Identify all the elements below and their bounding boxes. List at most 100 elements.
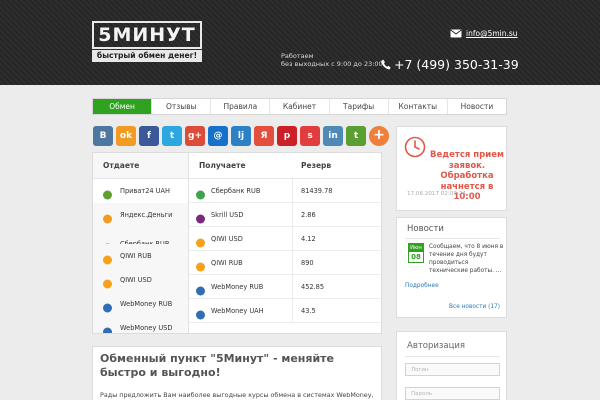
webmoney-icon: [195, 282, 206, 296]
nav-item-account[interactable]: Кабинет: [270, 99, 330, 114]
get-currency-label: QIWI RUB: [211, 259, 243, 267]
sberbank-icon: [195, 186, 206, 200]
give-currency-label: QIWI USD: [120, 276, 152, 284]
get-currency-row[interactable]: Сбербанк RUB 81439.78: [189, 179, 381, 203]
skrill-icon: [195, 210, 206, 224]
working-hours: Работаем без выходных с 9:00 до 23:00: [281, 52, 383, 68]
email-link[interactable]: info@5min.su: [466, 29, 518, 38]
login-input[interactable]: [405, 363, 500, 376]
nav-item-rates[interactable]: Тарифы: [330, 99, 389, 114]
news-month: Июн: [409, 244, 423, 252]
news-day: 08: [411, 253, 421, 261]
news-more-link[interactable]: Подробнее: [405, 283, 439, 289]
get-currency-row[interactable]: QIWI RUB 890: [189, 251, 381, 275]
give-list: Приват24 UAH Яндекс.Деньги Сбербанк RUB QIW…: [93, 179, 188, 333]
give-currency-item[interactable]: QIWI RUB: [93, 244, 188, 268]
give-currency-label: WebMoney RUB: [120, 300, 173, 308]
reserve-value: 452.85: [301, 283, 325, 291]
get-header: Получаете: [199, 161, 246, 170]
status-datetime: 17.06.2017 02:03:24: [407, 191, 466, 197]
give-currency-item[interactable]: WebMoney RUB: [93, 292, 188, 316]
yandex-icon[interactable]: Я: [254, 126, 274, 146]
get-currency-row[interactable]: QIWI USD 4.12: [189, 227, 381, 251]
nav-item-news[interactable]: Новости: [448, 99, 506, 114]
get-currency-cell: WebMoney RUB: [189, 275, 293, 298]
get-currency-cell: Skrill USD: [189, 203, 293, 226]
all-news-link[interactable]: Все новости (17): [449, 304, 500, 310]
logo-tagline: быстрый обмен денег!: [92, 50, 202, 62]
reserve-header: Резерв: [301, 161, 332, 170]
give-currency-item[interactable]: Яндекс.Деньги: [93, 203, 188, 227]
logo-text: 5МИНУТ: [92, 21, 202, 49]
exchange-table: Отдаете Приват24 UAH Яндекс.Деньги Сбербан…: [92, 152, 382, 334]
clock-icon: [404, 136, 426, 158]
plus-icon[interactable]: +: [369, 126, 389, 146]
get-currency-cell: Сбербанк RUB: [189, 179, 293, 202]
give-currency-label: WebMoney USD: [120, 324, 173, 332]
working-hours-label: Работаем: [281, 52, 314, 60]
phone-icon: [381, 59, 391, 70]
auth-panel: Авторизация: [396, 331, 507, 400]
reserve-value: 890: [301, 259, 314, 267]
yandex-money-icon: [102, 210, 113, 224]
get-currency-label: Сбербанк RUB: [211, 187, 261, 195]
news-text: Сообщаем, что 8 июня в течение дня будут…: [429, 244, 504, 274]
livejournal-icon[interactable]: lj: [231, 126, 251, 146]
surfingbird-icon[interactable]: s: [300, 126, 320, 146]
webmoney-icon: [102, 299, 113, 313]
working-hours-value: без выходных с 9:00 до 23:00: [281, 60, 383, 68]
give-currency-item[interactable]: QIWI USD: [93, 268, 188, 292]
get-currency-row[interactable]: WebMoney RUB 452.85: [189, 275, 381, 299]
get-header-row: Получаете Резерв: [189, 153, 381, 179]
get-currency-row[interactable]: Skrill USD 2.86: [189, 203, 381, 227]
get-currency-label: WebMoney UAH: [211, 307, 264, 315]
qiwi-icon: [102, 275, 113, 289]
google-plus-icon[interactable]: g+: [185, 126, 205, 146]
odnoklassniki-icon[interactable]: ok: [116, 126, 136, 146]
main-nav: Обмен Отзывы Правила Кабинет Тарифы Конт…: [92, 98, 507, 115]
give-currency-label: Приват24 UAH: [120, 187, 170, 195]
get-currency-label: Skrill USD: [211, 211, 244, 219]
social-share-bar: Bok f t g+ @ lj Яp s in t +: [93, 126, 389, 146]
give-header: Отдаете: [93, 153, 188, 179]
news-panel: Новости Июн 08 Сообщаем, что 8 июня в те…: [396, 217, 507, 318]
nav-item-rules[interactable]: Правила: [211, 99, 271, 114]
nav-item-contacts[interactable]: Контакты: [389, 99, 448, 114]
tumblr-icon[interactable]: t: [346, 126, 366, 146]
vkontakte-icon[interactable]: B: [93, 126, 113, 146]
get-currency-cell: QIWI USD: [189, 227, 293, 250]
privat24-icon: [102, 186, 113, 200]
site-header: 5МИНУТ быстрый обмен денег! Работаем без…: [0, 0, 600, 85]
reserve-value: 81439.78: [301, 187, 333, 195]
get-currency-cell: WebMoney UAH: [189, 299, 293, 322]
phone-number[interactable]: +7 (499) 350-31-39: [394, 57, 519, 72]
about-panel: Обменный пункт "5Минут" - меняйте быстро…: [92, 346, 382, 400]
reserve-value: 43.5: [301, 307, 316, 315]
give-currency-item[interactable]: WebMoney USD: [93, 316, 188, 333]
give-column: Отдаете Приват24 UAH Яндекс.Деньги Сбербан…: [93, 153, 189, 333]
divider: [405, 356, 500, 357]
get-currency-label: QIWI USD: [211, 235, 243, 243]
get-currency-row[interactable]: WebMoney UAH 43.5: [189, 299, 381, 323]
news-date-badge: Июн 08: [408, 243, 424, 263]
news-title: Новости: [407, 224, 444, 234]
pinterest-icon[interactable]: p: [277, 126, 297, 146]
qiwi-icon: [195, 258, 206, 272]
get-list: Сбербанк RUB 81439.78 Skrill USD 2.86 QIWI U…: [189, 179, 381, 323]
webmoney-icon: [195, 306, 206, 320]
nav-item-exchange[interactable]: Обмен: [93, 99, 153, 114]
auth-title: Авторизация: [407, 341, 466, 351]
nav-item-reviews[interactable]: Отзывы: [152, 99, 212, 114]
password-input[interactable]: [405, 387, 500, 400]
mail-ru-icon[interactable]: @: [208, 126, 228, 146]
give-currency-item[interactable]: Сбербанк RUB: [93, 227, 188, 244]
give-currency-label: QIWI RUB: [120, 252, 152, 260]
about-text: Рады предложить Вам наиболее выгодные ку…: [100, 391, 374, 399]
logo[interactable]: 5МИНУТ быстрый обмен денег!: [92, 21, 202, 63]
facebook-icon[interactable]: f: [139, 126, 159, 146]
twitter-icon[interactable]: t: [162, 126, 182, 146]
webmoney-icon: [102, 323, 113, 333]
linkedin-icon[interactable]: in: [323, 126, 343, 146]
give-currency-label: Яндекс.Деньги: [120, 211, 173, 219]
give-currency-item[interactable]: Приват24 UAH: [93, 179, 188, 203]
